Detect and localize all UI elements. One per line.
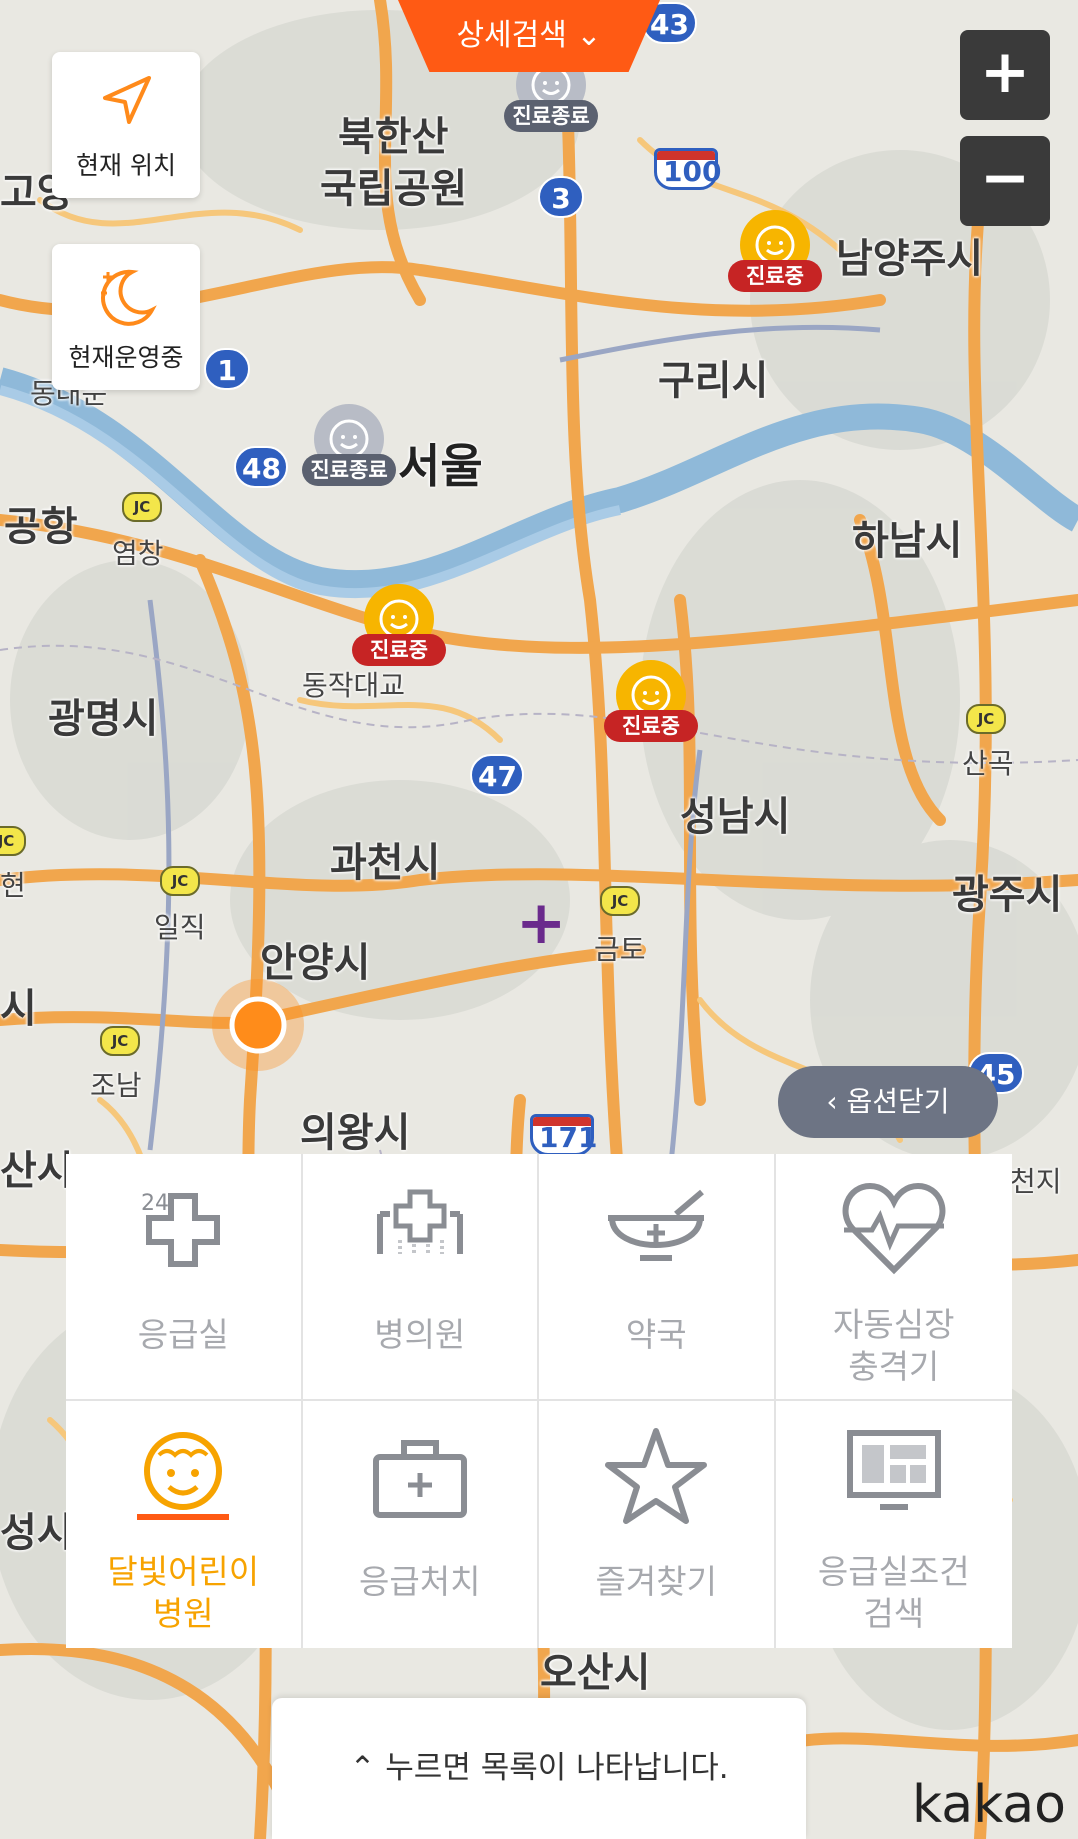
place-label: 북한산: [338, 114, 449, 160]
category-pharmacy[interactable]: 약국: [539, 1154, 776, 1401]
kakao-logo: kakao: [912, 1775, 1066, 1835]
place-label: 금토: [594, 933, 646, 966]
category-label-line2: 병원: [152, 1594, 214, 1633]
place-label: 남양주시: [836, 236, 984, 282]
junction-marker: JC: [966, 704, 1006, 734]
hospital-marker[interactable]: 진료중: [728, 210, 822, 310]
category-label: 즐겨찾기: [595, 1562, 717, 1601]
category-label-line2: 충격기: [848, 1347, 940, 1386]
place-label: 산곡: [962, 747, 1014, 780]
child-face-icon: [66, 1421, 301, 1531]
place-label: 성시: [0, 1510, 74, 1556]
detailed-search-tab[interactable]: 상세검색 ⌄: [398, 0, 660, 72]
route-shield: 47: [470, 754, 524, 796]
place-label: 현: [0, 869, 26, 902]
place-label: 성남시: [680, 794, 791, 840]
place-label: 과천시: [330, 840, 441, 886]
chevron-left-icon: ‹: [826, 1085, 847, 1118]
category-label: 응급처치: [359, 1562, 481, 1601]
junction-marker: JC: [160, 866, 200, 896]
place-label: 안양시: [260, 940, 371, 986]
emergency-24-cross-icon: 24: [66, 1174, 301, 1284]
category-label-line1: 달빛어린이: [107, 1552, 260, 1591]
place-label: 염창: [112, 537, 164, 570]
place-label: 조남: [90, 1069, 142, 1102]
close-options-button[interactable]: ‹ 옵션닫기: [778, 1066, 998, 1138]
current-location-button[interactable]: 현재 위치: [52, 52, 200, 198]
first-aid-kit-icon: [303, 1421, 538, 1531]
category-label: 응급실: [137, 1315, 229, 1354]
route-shield: 3: [538, 176, 584, 218]
open-now-button[interactable]: 현재운영중: [52, 244, 200, 390]
hospital-building-icon: [303, 1174, 538, 1284]
heart-pulse-icon: [776, 1174, 1013, 1284]
open-now-label: 현재운영중: [68, 343, 184, 372]
junction-marker: JC: [100, 1026, 140, 1056]
monitor-icon: [776, 1421, 1013, 1531]
category-moonlight-children-hospital[interactable]: 달빛어린이 병원: [66, 1401, 303, 1648]
place-label: 산시: [0, 1148, 74, 1194]
category-grid: 24 응급실 병의원 약국 자동심장 충격기 달빛어린이 병원 응급처치 즐겨찾…: [66, 1154, 1012, 1648]
moon-stars-icon: [52, 262, 200, 338]
category-label: 달빛어린이 병원: [66, 1551, 301, 1635]
status-badge: 진료종료: [302, 454, 396, 486]
place-label: 구리시: [658, 358, 769, 404]
category-label: 병의원: [374, 1315, 466, 1354]
junction-marker: JC: [122, 492, 162, 522]
place-label: 서울: [398, 439, 483, 493]
close-options-label: 옵션닫기: [846, 1085, 950, 1118]
list-toggle-bar[interactable]: ⌃ 누르면 목록이 나타납니다.: [272, 1698, 806, 1839]
pharmacy-bowl-icon: [539, 1174, 774, 1284]
place-label: 국립공원: [320, 166, 468, 212]
category-label-line1: 응급실조건: [817, 1552, 970, 1591]
hospital-marker[interactable]: 진료중: [604, 660, 698, 760]
hospital-marker[interactable]: 진료종료: [302, 404, 396, 504]
zoom-out-button[interactable]: −: [960, 136, 1050, 226]
place-label: 하남시: [852, 518, 963, 564]
list-toggle-label: 누르면 목록이 나타납니다.: [385, 1750, 729, 1786]
place-label: 일직: [154, 911, 206, 944]
hospital-marker[interactable]: 진료중: [352, 584, 446, 684]
place-label: 광명시: [48, 696, 159, 742]
route-shield: 48: [234, 446, 288, 488]
place-label: 천지: [1010, 1165, 1062, 1198]
route-shield: 100: [654, 148, 721, 190]
map-center-crosshair-icon: +: [516, 888, 567, 958]
junction-marker: JC: [0, 826, 26, 856]
category-label-line1: 자동심장: [833, 1305, 955, 1344]
category-label: 자동심장 충격기: [776, 1304, 1013, 1388]
place-label: 오산시: [540, 1650, 651, 1696]
category-label: 응급실조건 검색: [776, 1551, 1013, 1635]
place-label: 의왕시: [300, 1110, 411, 1156]
junction-marker: JC: [600, 886, 640, 916]
current-location-label: 현재 위치: [76, 151, 176, 180]
chevron-up-icon: ⌃: [349, 1750, 386, 1786]
category-aed[interactable]: 자동심장 충격기: [775, 1154, 1013, 1401]
status-badge: 진료중: [604, 710, 698, 742]
navigation-arrow-icon: [52, 70, 200, 136]
route-shield: 171: [530, 1114, 597, 1156]
category-label-line2: 검색: [863, 1594, 925, 1633]
category-emergency-room[interactable]: 24 응급실: [66, 1154, 303, 1401]
status-badge: 진료종료: [504, 100, 598, 132]
category-label: 약국: [625, 1315, 687, 1354]
svg-text:24: 24: [141, 1191, 169, 1216]
route-shield: 1: [204, 348, 250, 390]
category-favorites[interactable]: 즐겨찾기: [539, 1401, 776, 1648]
category-first-aid[interactable]: 응급처치: [303, 1401, 539, 1648]
category-clinics[interactable]: 병의원: [302, 1154, 539, 1401]
place-label: 광주시: [952, 872, 1063, 918]
status-badge: 진료중: [728, 260, 822, 292]
place-label: 공항: [4, 504, 78, 550]
place-label: 시: [0, 986, 37, 1032]
star-icon: [539, 1421, 774, 1531]
status-badge: 진료중: [352, 634, 446, 666]
zoom-in-button[interactable]: +: [960, 30, 1050, 120]
category-emergency-search[interactable]: 응급실조건 검색: [776, 1401, 1013, 1648]
